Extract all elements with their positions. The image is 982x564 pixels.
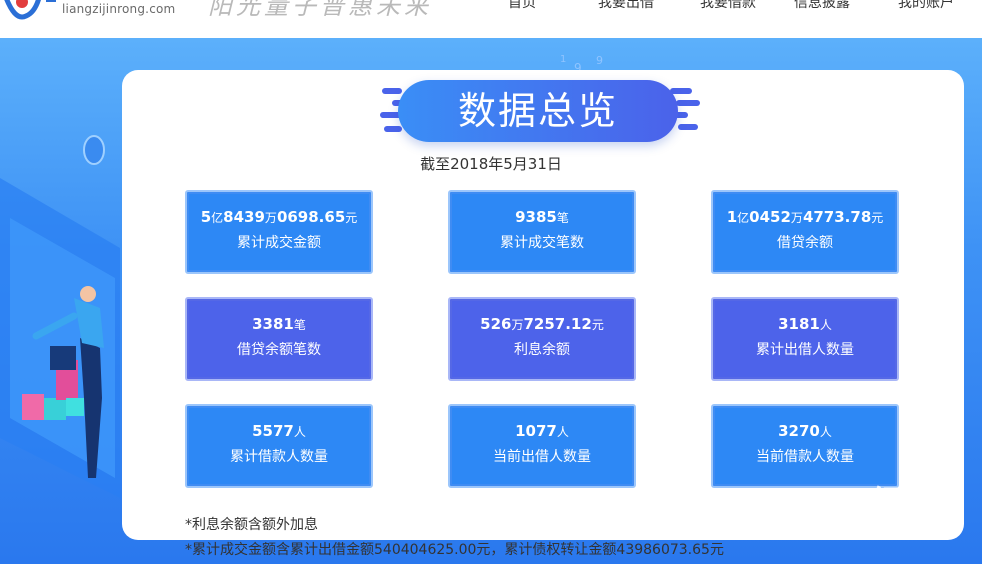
stat-value: 5亿8439万0698.65元	[187, 208, 371, 226]
stat-box: 9385笔 累计成交笔数	[448, 190, 636, 274]
stat-unit: 亿	[737, 211, 750, 225]
stat-unit: 笔	[293, 318, 306, 332]
stat-label: 当前出借人数量	[493, 449, 591, 465]
stat-unit: 元	[871, 211, 884, 225]
stat-number: 526	[480, 315, 512, 333]
stat-unit: 人	[819, 425, 832, 439]
stat-number: 3381	[252, 315, 294, 333]
stat-box: 5亿8439万0698.65元 累计成交金额	[185, 190, 373, 274]
stat-unit: 元	[345, 211, 358, 225]
stat-value: 526万7257.12元	[450, 315, 634, 333]
slogan: 阳光量子普惠未来	[208, 0, 432, 20]
stat-box: 5577人 累计借款人数量	[185, 404, 373, 488]
svg-text:1: 1	[560, 54, 566, 65]
stat-number: 5577	[252, 422, 294, 440]
stat-number: 3270	[778, 422, 820, 440]
logo-url-text: liangzijinrong.com	[62, 2, 176, 16]
stat-unit: 亿	[211, 211, 224, 225]
stat-value: 9385笔	[450, 208, 634, 226]
stat-label: 利息余额	[514, 342, 570, 358]
stat-value: 3181人	[713, 315, 897, 333]
stat-value: 3381笔	[187, 315, 371, 333]
stat-value: 1亿0452万4773.78元	[713, 208, 897, 226]
baidu-watermark: Baidu经验 jingyan.baidu.com	[756, 476, 956, 546]
nav-item-account[interactable]: 我的账户	[898, 0, 954, 12]
stat-unit: 人	[819, 318, 832, 332]
stat-number: 1	[726, 208, 738, 226]
stat-box: 3181人 累计出借人数量	[711, 297, 899, 381]
stat-unit: 人	[293, 425, 306, 439]
stat-label: 累计借款人数量	[230, 449, 328, 465]
banner-deco-bar	[670, 88, 692, 94]
stat-number: 4773.78	[802, 208, 872, 226]
stat-unit: 万	[511, 318, 524, 332]
banner-deco-bar	[382, 88, 402, 94]
stat-box: 526万7257.12元 利息余额	[448, 297, 636, 381]
stat-box: 3381笔 借贷余额笔数	[185, 297, 373, 381]
overview-title: 数据总览	[457, 89, 618, 133]
footnote-turnover: *累计成交金额含累计出借金额540404625.00元，累计债权转让金额4398…	[185, 542, 724, 558]
banner-deco-bar	[676, 100, 700, 106]
as-of-date: 截至2018年5月31日	[420, 155, 562, 173]
nav-item-home[interactable]: 首页	[508, 0, 536, 12]
stat-number: 5	[200, 208, 212, 226]
brand-logo-icon[interactable]	[0, 0, 60, 26]
stat-label: 累计成交笔数	[500, 235, 584, 251]
stat-unit: 万	[790, 211, 803, 225]
stat-box: 1077人 当前出借人数量	[448, 404, 636, 488]
site-header: liangzijinrong.com 阳光量子普惠未来 首页 我要出借 我要借款…	[0, 0, 982, 38]
stat-box: 1亿0452万4773.78元 借贷余额	[711, 190, 899, 274]
svg-text:9: 9	[596, 54, 603, 67]
banner-deco-bar	[384, 126, 402, 132]
overview-title-banner: 数据总览	[398, 80, 678, 142]
stat-number: 3181	[778, 315, 820, 333]
banner-deco-bar	[678, 124, 698, 130]
stat-label: 累计成交金额	[237, 235, 321, 251]
stat-number: 0698.65	[276, 208, 346, 226]
stat-label: 借贷余额	[777, 235, 833, 251]
stat-label: 当前借款人数量	[756, 449, 854, 465]
stat-number: 9385	[515, 208, 557, 226]
stat-label: 借贷余额笔数	[237, 342, 321, 358]
nav-item-borrow[interactable]: 我要借款	[700, 0, 756, 12]
footnote-interest: *利息余额含额外加息	[185, 517, 318, 533]
stat-number: 8439	[223, 208, 265, 226]
stat-value: 3270人	[713, 422, 897, 440]
stat-unit: 人	[556, 425, 569, 439]
nav-item-invest[interactable]: 我要出借	[598, 0, 654, 12]
stat-unit: 万	[264, 211, 277, 225]
stat-unit: 元	[591, 318, 604, 332]
baidu-watermark-url: jingyan.baidu.com	[760, 520, 898, 536]
stat-label: 累计出借人数量	[756, 342, 854, 358]
stat-value: 1077人	[450, 422, 634, 440]
stat-value: 5577人	[187, 422, 371, 440]
stat-number: 0452	[749, 208, 791, 226]
nav-item-disclosure[interactable]: 信息披露	[794, 0, 850, 12]
baidu-watermark-logo: Baidu经验	[756, 484, 941, 524]
stat-number: 1077	[515, 422, 557, 440]
stat-unit: 笔	[556, 211, 569, 225]
stat-number: 7257.12	[523, 315, 592, 333]
